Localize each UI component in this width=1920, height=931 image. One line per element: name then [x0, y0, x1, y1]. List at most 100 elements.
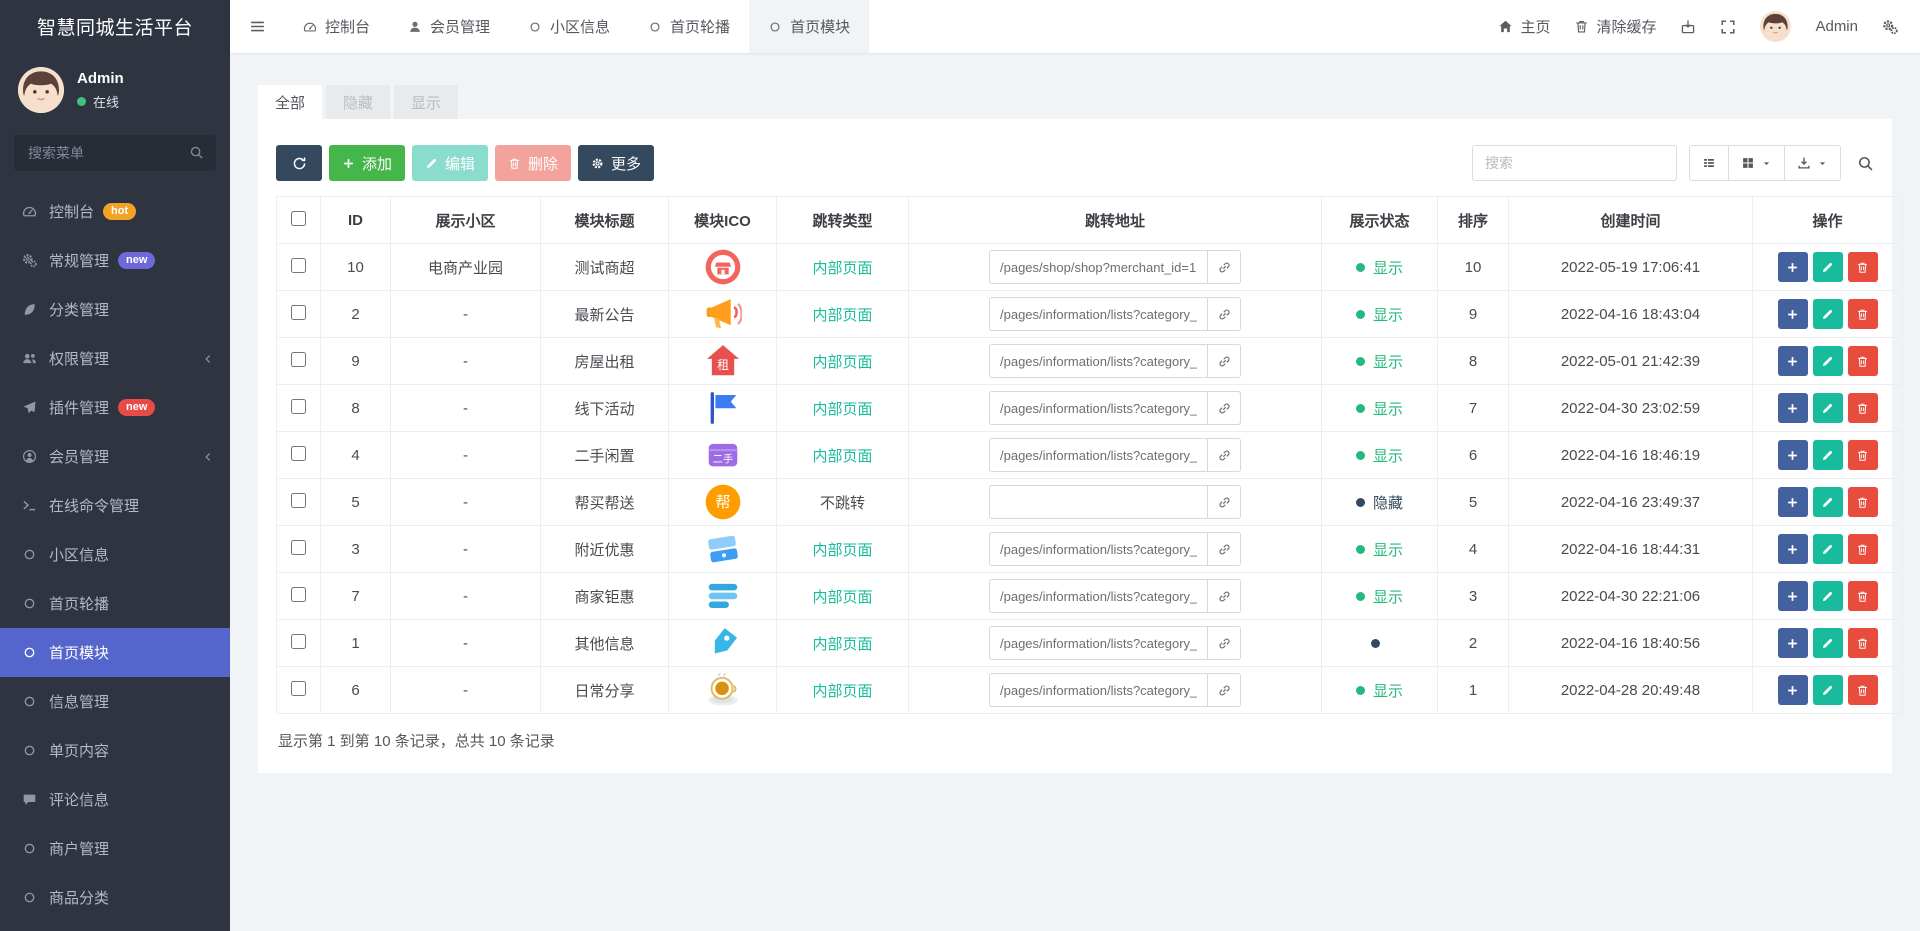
- home-link[interactable]: 主页: [1498, 16, 1550, 37]
- row-edit-button[interactable]: [1812, 581, 1843, 611]
- jump-url-input[interactable]: [989, 485, 1207, 519]
- row-checkbox[interactable]: [291, 398, 306, 414]
- row-add-button[interactable]: [1777, 581, 1808, 611]
- settings-gear-icon[interactable]: [1882, 19, 1898, 35]
- jump-url-input[interactable]: [989, 579, 1207, 613]
- row-add-button[interactable]: [1777, 346, 1808, 376]
- open-link-button[interactable]: [1207, 673, 1241, 707]
- clear-cache-link[interactable]: 清除缓存: [1574, 16, 1656, 37]
- advanced-search-button[interactable]: [1857, 155, 1874, 172]
- row-delete-button[interactable]: [1847, 440, 1878, 470]
- row-checkbox[interactable]: [291, 633, 306, 649]
- columns-button[interactable]: [1729, 145, 1785, 181]
- sidebar-item-14[interactable]: 商户管理: [0, 824, 230, 873]
- open-link-button[interactable]: [1207, 579, 1241, 613]
- row-edit-button[interactable]: [1812, 346, 1843, 376]
- sidebar-item-5[interactable]: 插件管理 new: [0, 383, 230, 432]
- row-edit-button[interactable]: [1812, 299, 1843, 329]
- sidebar-item-3[interactable]: 分类管理: [0, 285, 230, 334]
- open-link-button[interactable]: [1207, 485, 1241, 519]
- jump-url-input[interactable]: [989, 297, 1207, 331]
- menu-toggle-button[interactable]: [230, 0, 284, 53]
- sidebar-item-6[interactable]: 会员管理: [0, 432, 230, 481]
- topnav-tab-3[interactable]: 小区信息: [509, 0, 629, 53]
- row-delete-button[interactable]: [1847, 299, 1878, 329]
- open-link-button[interactable]: [1207, 344, 1241, 378]
- sidebar-item-9[interactable]: 首页轮播: [0, 579, 230, 628]
- row-add-button[interactable]: [1777, 393, 1808, 423]
- jump-url-input[interactable]: [989, 673, 1207, 707]
- sidebar-item-15[interactable]: 商品分类: [0, 873, 230, 922]
- sidebar-item-2[interactable]: 常规管理 new: [0, 236, 230, 285]
- row-edit-button[interactable]: [1812, 675, 1843, 705]
- row-checkbox[interactable]: [291, 539, 306, 555]
- filter-tab-3[interactable]: 显示: [394, 85, 458, 119]
- row-checkbox[interactable]: [291, 445, 306, 461]
- row-edit-button[interactable]: [1812, 487, 1843, 517]
- row-delete-button[interactable]: [1847, 534, 1878, 564]
- row-add-button[interactable]: [1777, 534, 1808, 564]
- table-search-input[interactable]: [1472, 145, 1677, 181]
- row-delete-button[interactable]: [1847, 675, 1878, 705]
- open-link-button[interactable]: [1207, 297, 1241, 331]
- row-checkbox[interactable]: [291, 586, 306, 602]
- edit-button[interactable]: 编辑: [412, 145, 489, 181]
- sidebar-item-8[interactable]: 小区信息: [0, 530, 230, 579]
- export-button[interactable]: [1785, 145, 1841, 181]
- jump-url-input[interactable]: [989, 391, 1207, 425]
- sidebar-item-4[interactable]: 权限管理: [0, 334, 230, 383]
- sidebar-item-13[interactable]: 评论信息: [0, 775, 230, 824]
- menu-search-input[interactable]: [14, 135, 216, 171]
- add-button[interactable]: 添加: [329, 145, 406, 181]
- row-delete-button[interactable]: [1847, 346, 1878, 376]
- row-add-button[interactable]: [1777, 675, 1808, 705]
- topnav-tab-4[interactable]: 首页轮播: [629, 0, 749, 53]
- row-add-button[interactable]: [1777, 252, 1808, 282]
- row-add-button[interactable]: [1777, 628, 1808, 658]
- open-link-button[interactable]: [1207, 250, 1241, 284]
- sidebar-item-11[interactable]: 信息管理: [0, 677, 230, 726]
- row-checkbox[interactable]: [291, 304, 306, 320]
- row-delete-button[interactable]: [1847, 393, 1878, 423]
- row-edit-button[interactable]: [1812, 440, 1843, 470]
- toggle-view-button[interactable]: [1689, 145, 1729, 181]
- row-edit-button[interactable]: [1812, 393, 1843, 423]
- row-delete-button[interactable]: [1847, 628, 1878, 658]
- row-delete-button[interactable]: [1847, 487, 1878, 517]
- row-checkbox[interactable]: [291, 351, 306, 367]
- sidebar-item-1[interactable]: 控制台 hot: [0, 187, 230, 236]
- open-link-button[interactable]: [1207, 532, 1241, 566]
- open-link-button[interactable]: [1207, 391, 1241, 425]
- row-edit-button[interactable]: [1812, 252, 1843, 282]
- row-add-button[interactable]: [1777, 487, 1808, 517]
- jump-url-input[interactable]: [989, 626, 1207, 660]
- filter-tab-2[interactable]: 隐藏: [326, 85, 390, 119]
- fullscreen-button[interactable]: [1720, 19, 1736, 35]
- refresh-button[interactable]: [276, 145, 322, 181]
- user-avatar[interactable]: [1760, 11, 1792, 42]
- more-button[interactable]: 更多: [578, 145, 655, 181]
- row-checkbox[interactable]: [291, 680, 306, 696]
- open-link-button[interactable]: [1207, 626, 1241, 660]
- select-all-checkbox[interactable]: [291, 210, 306, 226]
- filter-tab-1[interactable]: 全部: [258, 85, 322, 119]
- row-add-button[interactable]: [1777, 299, 1808, 329]
- row-checkbox[interactable]: [291, 257, 306, 273]
- jump-url-input[interactable]: [989, 344, 1207, 378]
- sidebar-item-12[interactable]: 单页内容: [0, 726, 230, 775]
- check-update-button[interactable]: [1680, 19, 1696, 35]
- jump-url-input[interactable]: [989, 438, 1207, 472]
- delete-button[interactable]: 删除: [495, 145, 572, 181]
- row-delete-button[interactable]: [1847, 581, 1878, 611]
- row-add-button[interactable]: [1777, 440, 1808, 470]
- topnav-tab-5[interactable]: 首页模块: [749, 0, 870, 53]
- row-checkbox[interactable]: [291, 492, 306, 508]
- row-edit-button[interactable]: [1812, 534, 1843, 564]
- user-menu[interactable]: Admin: [1815, 18, 1858, 35]
- sidebar-item-10[interactable]: 首页模块: [0, 628, 230, 677]
- open-link-button[interactable]: [1207, 438, 1241, 472]
- jump-url-input[interactable]: [989, 250, 1207, 284]
- topnav-tab-1[interactable]: 控制台: [284, 0, 389, 53]
- topnav-tab-2[interactable]: 会员管理: [389, 0, 509, 53]
- row-edit-button[interactable]: [1812, 628, 1843, 658]
